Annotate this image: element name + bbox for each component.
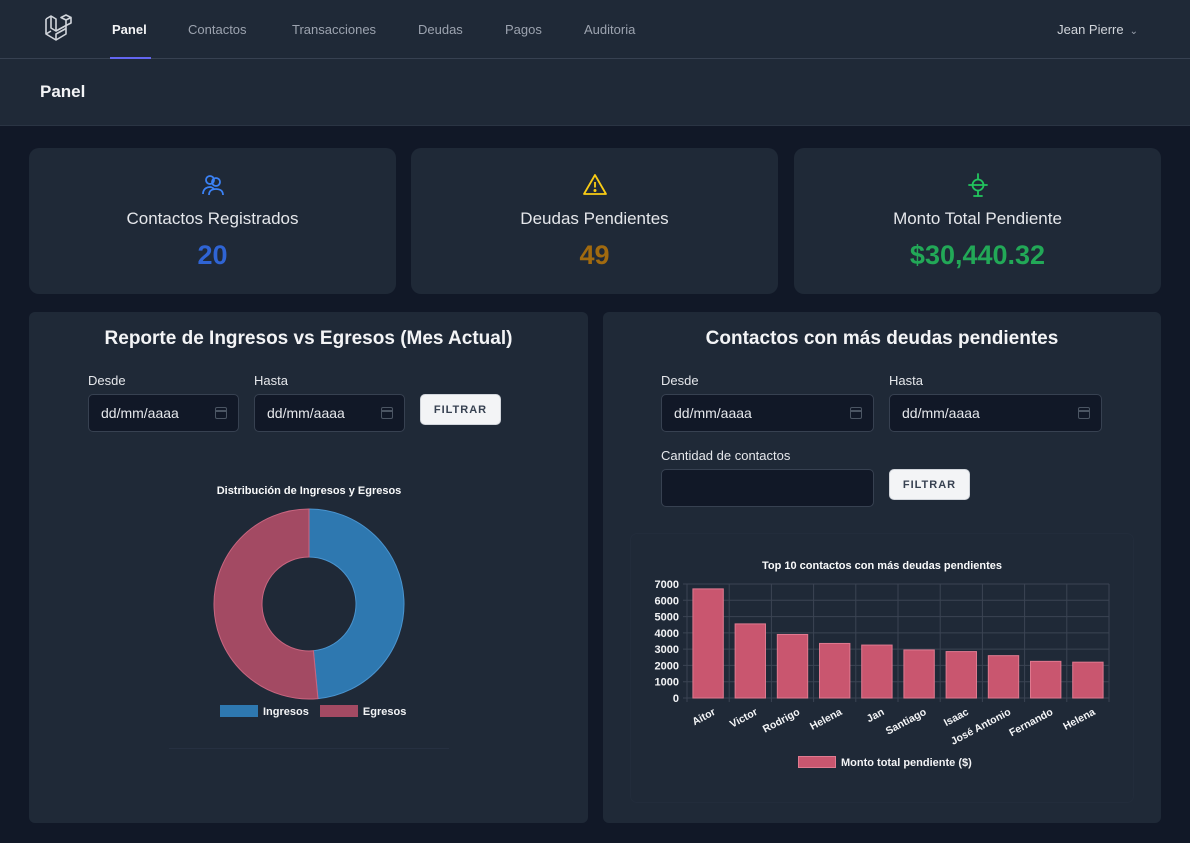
stat-value: $30,440.32 <box>909 240 1046 270</box>
stat-label: Monto Total Pendiente <box>893 209 1062 228</box>
bar-chart-title: Top 10 contactos con más deudas pendient… <box>761 560 1003 572</box>
chevron-down-icon: ⌄ <box>1129 26 1138 37</box>
stat-card-amount: Monto Total Pendiente $30,440.32 <box>794 148 1161 294</box>
bar-8[interactable] <box>1030 660 1062 699</box>
x-tick-label: Helena <box>1061 706 1097 733</box>
bar-3[interactable] <box>819 642 851 699</box>
stat-card-contacts: Contactos Registrados 20 <box>29 148 396 294</box>
x-tick-label: Helena <box>808 706 844 733</box>
x-tick-label: Isaac <box>942 706 971 729</box>
legend-label-egresos: Egresos <box>362 706 407 718</box>
bar-7[interactable] <box>987 655 1020 699</box>
panel-title: Contactos con más deudas pendientes <box>705 328 1059 349</box>
legend-swatch-egresos <box>319 705 358 717</box>
from-label: Desde <box>88 373 126 388</box>
x-tick-label: Fernando <box>1007 706 1055 739</box>
panel-title: Reporte de Ingresos vs Egresos (Mes Actu… <box>104 328 513 349</box>
nav-auditoria[interactable]: Auditoria <box>584 0 635 59</box>
nav-pagos[interactable]: Pagos <box>505 0 542 59</box>
x-tick-label: Victor <box>728 706 760 730</box>
warning-icon <box>582 174 607 195</box>
y-tick-label: 3000 <box>655 644 679 656</box>
bar-2[interactable] <box>776 633 809 699</box>
bar-chart: 0 1000 2000 3000 4000 5000 6000 7000 Aitor Victor… <box>655 579 1110 748</box>
debts-report-panel: Contactos con más deudas pendientes Desd… <box>603 312 1161 823</box>
donut-slice-egresos[interactable] <box>213 508 319 700</box>
to-date-input[interactable]: dd/mm/aaaa <box>254 394 405 432</box>
filter-button[interactable]: FILTRAR <box>889 469 970 500</box>
top-navbar: Panel Contactos Transacciones Deudas Pag… <box>0 0 1190 59</box>
nav-contactos[interactable]: Contactos <box>188 0 247 59</box>
to-label: Hasta <box>254 373 288 388</box>
date-placeholder: dd/mm/aaaa <box>101 405 179 421</box>
divider <box>169 748 449 749</box>
user-name: Jean Pierre <box>1057 22 1124 37</box>
stat-value: 20 <box>197 240 228 270</box>
from-label: Desde <box>661 373 699 388</box>
nav-transacciones[interactable]: Transacciones <box>292 0 376 59</box>
filter-button[interactable]: FILTRAR <box>420 394 501 425</box>
x-tick-label: Rodrigo <box>761 706 802 735</box>
date-placeholder: dd/mm/aaaa <box>674 405 752 421</box>
nav-deudas[interactable]: Deudas <box>418 0 463 59</box>
stat-value: 49 <box>579 240 610 270</box>
donut-chart-title: Distribución de Ingresos y Egresos <box>216 485 402 497</box>
contact-count-input[interactable] <box>661 469 874 507</box>
y-tick-label: 0 <box>673 693 679 705</box>
bar-5[interactable] <box>903 649 935 699</box>
from-date-input[interactable]: dd/mm/aaaa <box>661 394 874 432</box>
bar-9[interactable] <box>1072 661 1104 699</box>
legend-swatch-ingresos <box>220 705 258 717</box>
bar-chart-card: Top 10 contactos con más deudas pendient… <box>631 534 1133 802</box>
donut-legend[interactable]: Ingresos Egresos <box>220 705 406 718</box>
x-tick-label: Santiago <box>884 706 929 737</box>
legend-label-ingresos: Ingresos <box>263 706 309 718</box>
count-label: Cantidad de contactos <box>661 448 791 463</box>
page-header: Panel <box>0 59 1190 126</box>
y-tick-label: 4000 <box>655 628 679 640</box>
stat-card-debts: Deudas Pendientes 49 <box>411 148 778 294</box>
income-report-panel: Reporte de Ingresos vs Egresos (Mes Actu… <box>29 312 588 823</box>
donut-chart <box>213 508 405 700</box>
legend-label: Monto total pendiente ($) <box>841 757 972 769</box>
y-tick-label: 2000 <box>655 660 679 672</box>
bar-0[interactable] <box>692 588 724 699</box>
y-tick-label: 5000 <box>655 612 679 624</box>
bar-6[interactable] <box>945 651 977 699</box>
date-placeholder: dd/mm/aaaa <box>902 405 980 421</box>
calendar-icon[interactable] <box>381 407 393 419</box>
donut-slice-ingresos[interactable] <box>308 508 405 700</box>
bar-4[interactable] <box>861 644 893 699</box>
y-tick-label: 7000 <box>655 579 679 591</box>
laravel-logo-icon[interactable] <box>42 13 74 45</box>
to-date-input[interactable]: dd/mm/aaaa <box>889 394 1102 432</box>
user-menu[interactable]: Jean Pierre ⌄ <box>1057 0 1138 59</box>
y-tick-label: 1000 <box>655 677 679 689</box>
x-tick-label: Jan <box>865 706 887 725</box>
from-date-input[interactable]: dd/mm/aaaa <box>88 394 239 432</box>
stat-label: Contactos Registrados <box>126 209 299 228</box>
nav-panel[interactable]: Panel <box>110 0 151 59</box>
page-title: Panel <box>40 82 86 101</box>
users-icon <box>201 175 224 196</box>
calendar-icon[interactable] <box>1078 407 1090 419</box>
stat-label: Deudas Pendientes <box>520 209 669 228</box>
calendar-icon[interactable] <box>850 407 862 419</box>
x-tick-label: Aitor <box>690 706 717 728</box>
date-placeholder: dd/mm/aaaa <box>267 405 345 421</box>
bar-legend[interactable]: Monto total pendiente ($) <box>798 756 972 769</box>
scale-icon <box>967 173 988 197</box>
legend-swatch <box>798 756 836 768</box>
bar-1[interactable] <box>734 623 766 699</box>
to-label: Hasta <box>889 373 923 388</box>
calendar-icon[interactable] <box>215 407 227 419</box>
y-tick-label: 6000 <box>655 595 679 607</box>
